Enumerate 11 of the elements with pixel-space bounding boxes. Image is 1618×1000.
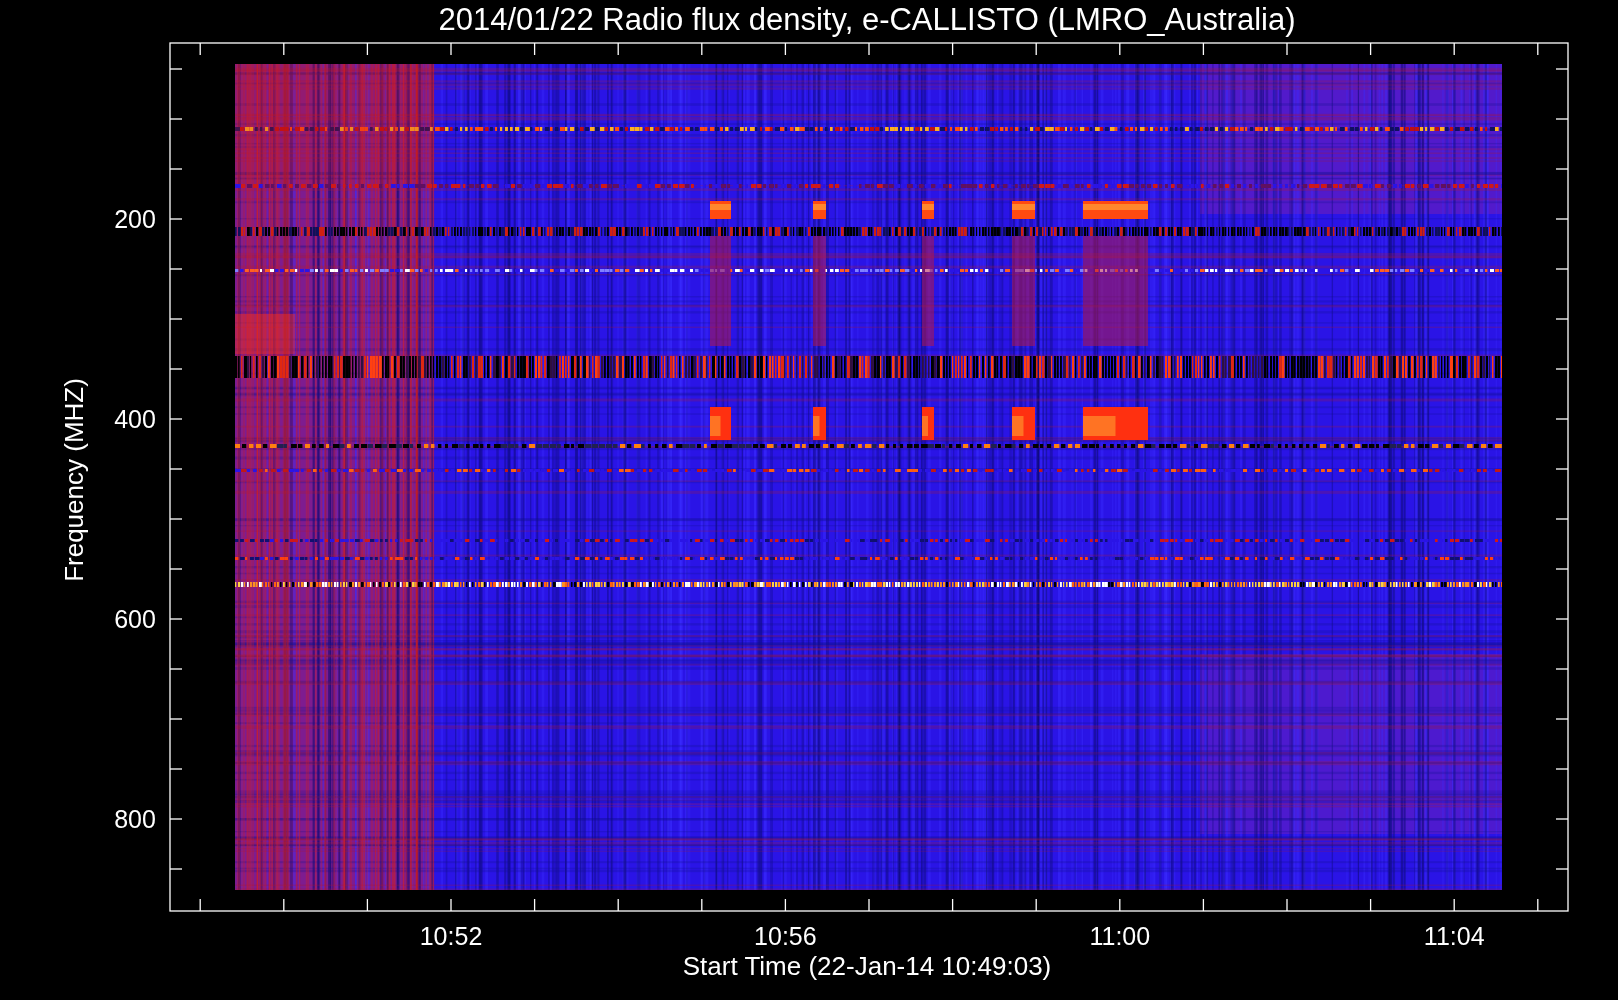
axis-label: Start Time (22-Jan-14 10:49:03) [682,951,1052,981]
tick-label: 11:00 [1089,922,1151,950]
tick-label: 10:56 [754,922,817,950]
tick-label: 10:52 [419,922,483,950]
tick-label: 800 [114,805,156,833]
tick-label: 400 [114,405,156,433]
tick-label: 11:04 [1423,922,1485,950]
chart-title: 2014/01/22 Radio flux density, e-CALLISTO (LMRO_Australia) [438,2,1296,37]
tick-label: 200 [114,205,156,233]
tick-label: 600 [114,605,156,633]
axis-label: Frequency (MHZ) [59,378,89,582]
